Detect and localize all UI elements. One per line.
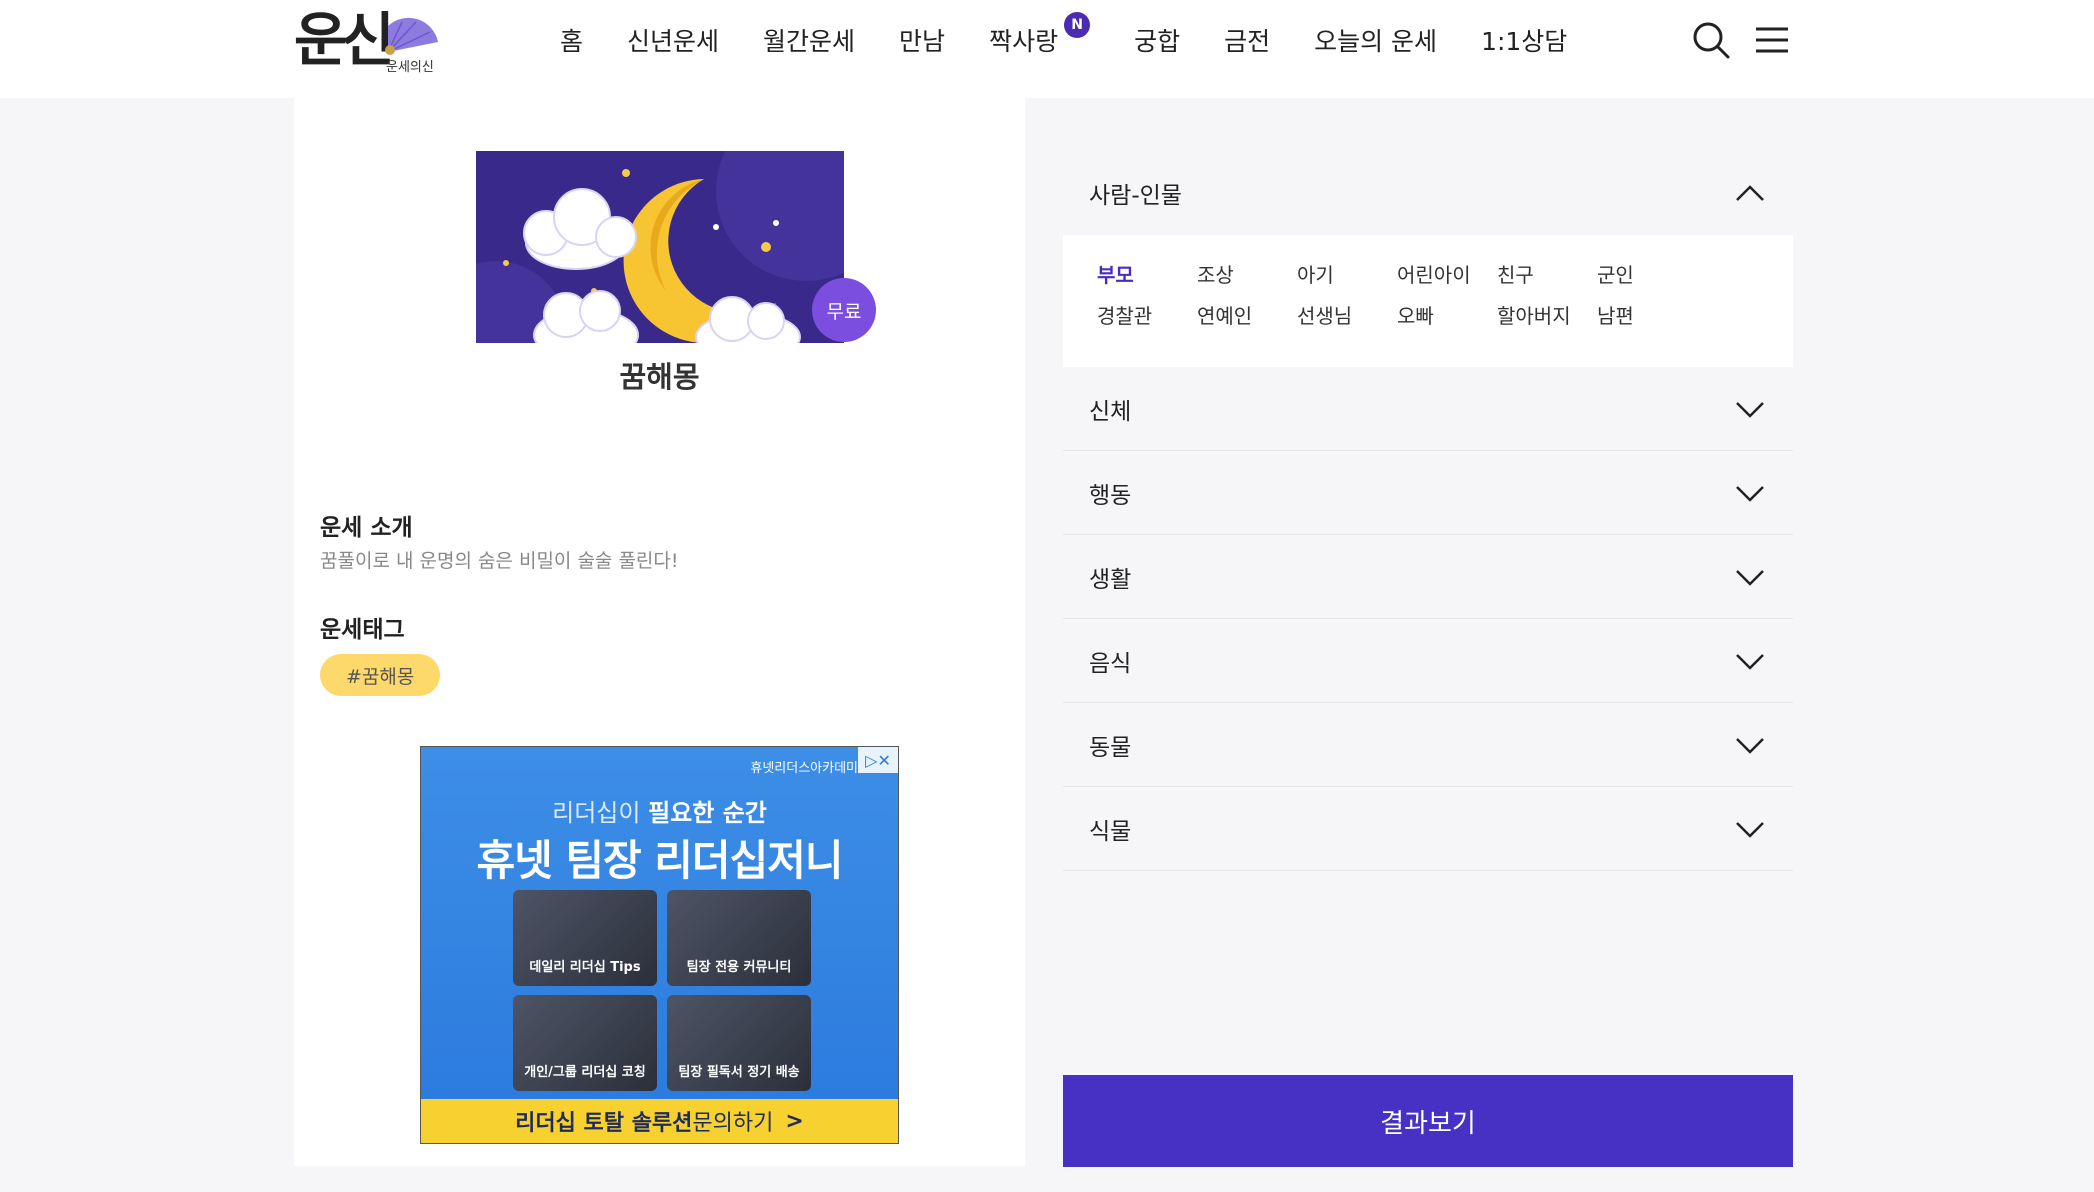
ad-cta-bold: 리더십 토탈 솔루션 [515, 1111, 693, 1136]
chip-husband[interactable]: 남편 [1597, 300, 1697, 341]
ad-subheadline-prefix: 리더십이 [552, 799, 649, 827]
product-title: 꿈해몽 [619, 360, 700, 394]
accordion-plant[interactable]: 식물 [1063, 787, 1793, 871]
chip-baby[interactable]: 아기 [1297, 259, 1397, 300]
chip-parents[interactable]: 부모 [1097, 259, 1197, 300]
tag-pill[interactable]: #꿈해몽 [320, 654, 441, 696]
chip-police[interactable]: 경찰관 [1097, 300, 1197, 341]
accordion-food[interactable]: 음식 [1063, 619, 1793, 703]
chevron-down-icon [1736, 822, 1764, 838]
intro-text: 꿈풀이로 내 운명의 숨은 비밀이 술술 풀린다! [320, 550, 679, 572]
chip-ancestor[interactable]: 조상 [1197, 259, 1297, 300]
accordion-people[interactable]: 사람-인물 [1063, 151, 1793, 235]
view-result-button[interactable]: 결과보기 [1063, 1075, 1793, 1167]
ad-tile: 개인/그룹 리더십 코칭 [513, 995, 657, 1091]
chip-teacher[interactable]: 선생님 [1297, 300, 1397, 341]
ad-tile: 팀장 필독서 정기 배송 [667, 995, 811, 1091]
accordion-label: 신체 [1089, 398, 1132, 425]
search-icon[interactable] [1691, 20, 1731, 60]
ad-tile: 데일리 리더십 Tips [513, 890, 657, 986]
accordion-body[interactable]: 신체 [1063, 367, 1793, 451]
nav-crush-label: 짝사랑 [989, 27, 1059, 56]
menu-icon[interactable] [1752, 20, 1792, 60]
ad-cta-arrow: > [785, 1108, 804, 1134]
accordion-label: 동물 [1089, 734, 1132, 761]
ad-cta-light: 문의하기 [692, 1111, 774, 1136]
accordion-label: 행동 [1089, 482, 1132, 509]
tag-heading: 운세태그 [320, 617, 405, 643]
chevron-down-icon [1736, 402, 1764, 418]
accordion-label: 식물 [1089, 818, 1132, 845]
accordion-life[interactable]: 생활 [1063, 535, 1793, 619]
site-logo[interactable]: 운신 운세의신 [294, 4, 444, 80]
ad-brand: 휴넷리더스아카데미 [750, 761, 858, 776]
logo-text: 운신 [294, 6, 395, 74]
nav-meeting[interactable]: 만남 [899, 22, 945, 58]
site-header: 운신 운세의신 홈 신년운세 월간운세 만남 짝사랑 N 궁합 금전 오늘의 운… [0, 0, 2094, 98]
ad-cta[interactable]: 리더십 토탈 솔루션 문의하기 > [421, 1099, 898, 1143]
free-badge: 무료 [812, 278, 876, 342]
moon-clouds-illustration [476, 151, 844, 343]
chip-grandfather[interactable]: 할아버지 [1497, 300, 1597, 341]
dream-banner-image [476, 151, 844, 343]
nav-new-year-fortune[interactable]: 신년운세 [627, 22, 719, 58]
nav-consult[interactable]: 1:1상담 [1481, 22, 1567, 58]
new-badge: N [1064, 12, 1091, 38]
chevron-down-icon [1736, 486, 1764, 502]
ad-subheadline: 리더십이 필요한 순간 [421, 793, 898, 828]
product-panel: 무료 꿈해몽 운세 소개 꿈풀이로 내 운명의 숨은 비밀이 술술 풀린다! 운… [294, 98, 1025, 1166]
ad-headline: 휴넷 팀장 리더십저니 [476, 836, 843, 885]
nav-monthly-fortune[interactable]: 월간운세 [763, 22, 855, 58]
nav-compatibility[interactable]: 궁합 [1134, 22, 1180, 58]
fan-icon [385, 17, 438, 55]
nav-money[interactable]: 금전 [1224, 22, 1270, 58]
chip-child[interactable]: 어린아이 [1397, 259, 1497, 300]
chip-friend[interactable]: 친구 [1497, 259, 1597, 300]
nav-crush[interactable]: 짝사랑 N [989, 12, 1091, 58]
chip-celebrity[interactable]: 연예인 [1197, 300, 1297, 341]
accordion-label: 생활 [1089, 566, 1132, 593]
advertisement-banner[interactable]: 휴넷리더스아카데미 ▷✕ 리더십이 필요한 순간 휴넷 팀장 리더십저니 데일리… [420, 746, 899, 1144]
accordion-label: 음식 [1089, 650, 1132, 677]
people-chip-grid: 부모 조상 아기 어린아이 친구 군인 경찰관 연예인 선생님 오빠 할아버지 … [1063, 235, 1793, 367]
accordion-animal[interactable]: 동물 [1063, 703, 1793, 787]
accordion-label: 사람-인물 [1089, 183, 1182, 209]
chevron-down-icon [1736, 570, 1764, 586]
chevron-up-icon [1736, 185, 1764, 201]
ad-tile: 팀장 전용 커뮤니티 [667, 890, 811, 986]
main-nav: 홈 신년운세 월간운세 만남 짝사랑 N 궁합 금전 오늘의 운세 1:1상담 [560, 0, 1611, 80]
intro-heading: 운세 소개 [320, 515, 413, 541]
chip-soldier[interactable]: 군인 [1597, 259, 1697, 300]
chevron-down-icon [1736, 654, 1764, 670]
nav-home[interactable]: 홈 [560, 22, 583, 58]
chip-older-brother[interactable]: 오빠 [1397, 300, 1497, 341]
ad-close-icon[interactable]: ▷✕ [858, 747, 898, 773]
accordion-action[interactable]: 행동 [1063, 451, 1793, 535]
chevron-down-icon [1736, 738, 1764, 754]
ad-subheadline-bold: 필요한 순간 [648, 799, 767, 827]
logo-subtitle: 운세의신 [386, 60, 434, 75]
nav-today-fortune[interactable]: 오늘의 운세 [1314, 22, 1437, 58]
